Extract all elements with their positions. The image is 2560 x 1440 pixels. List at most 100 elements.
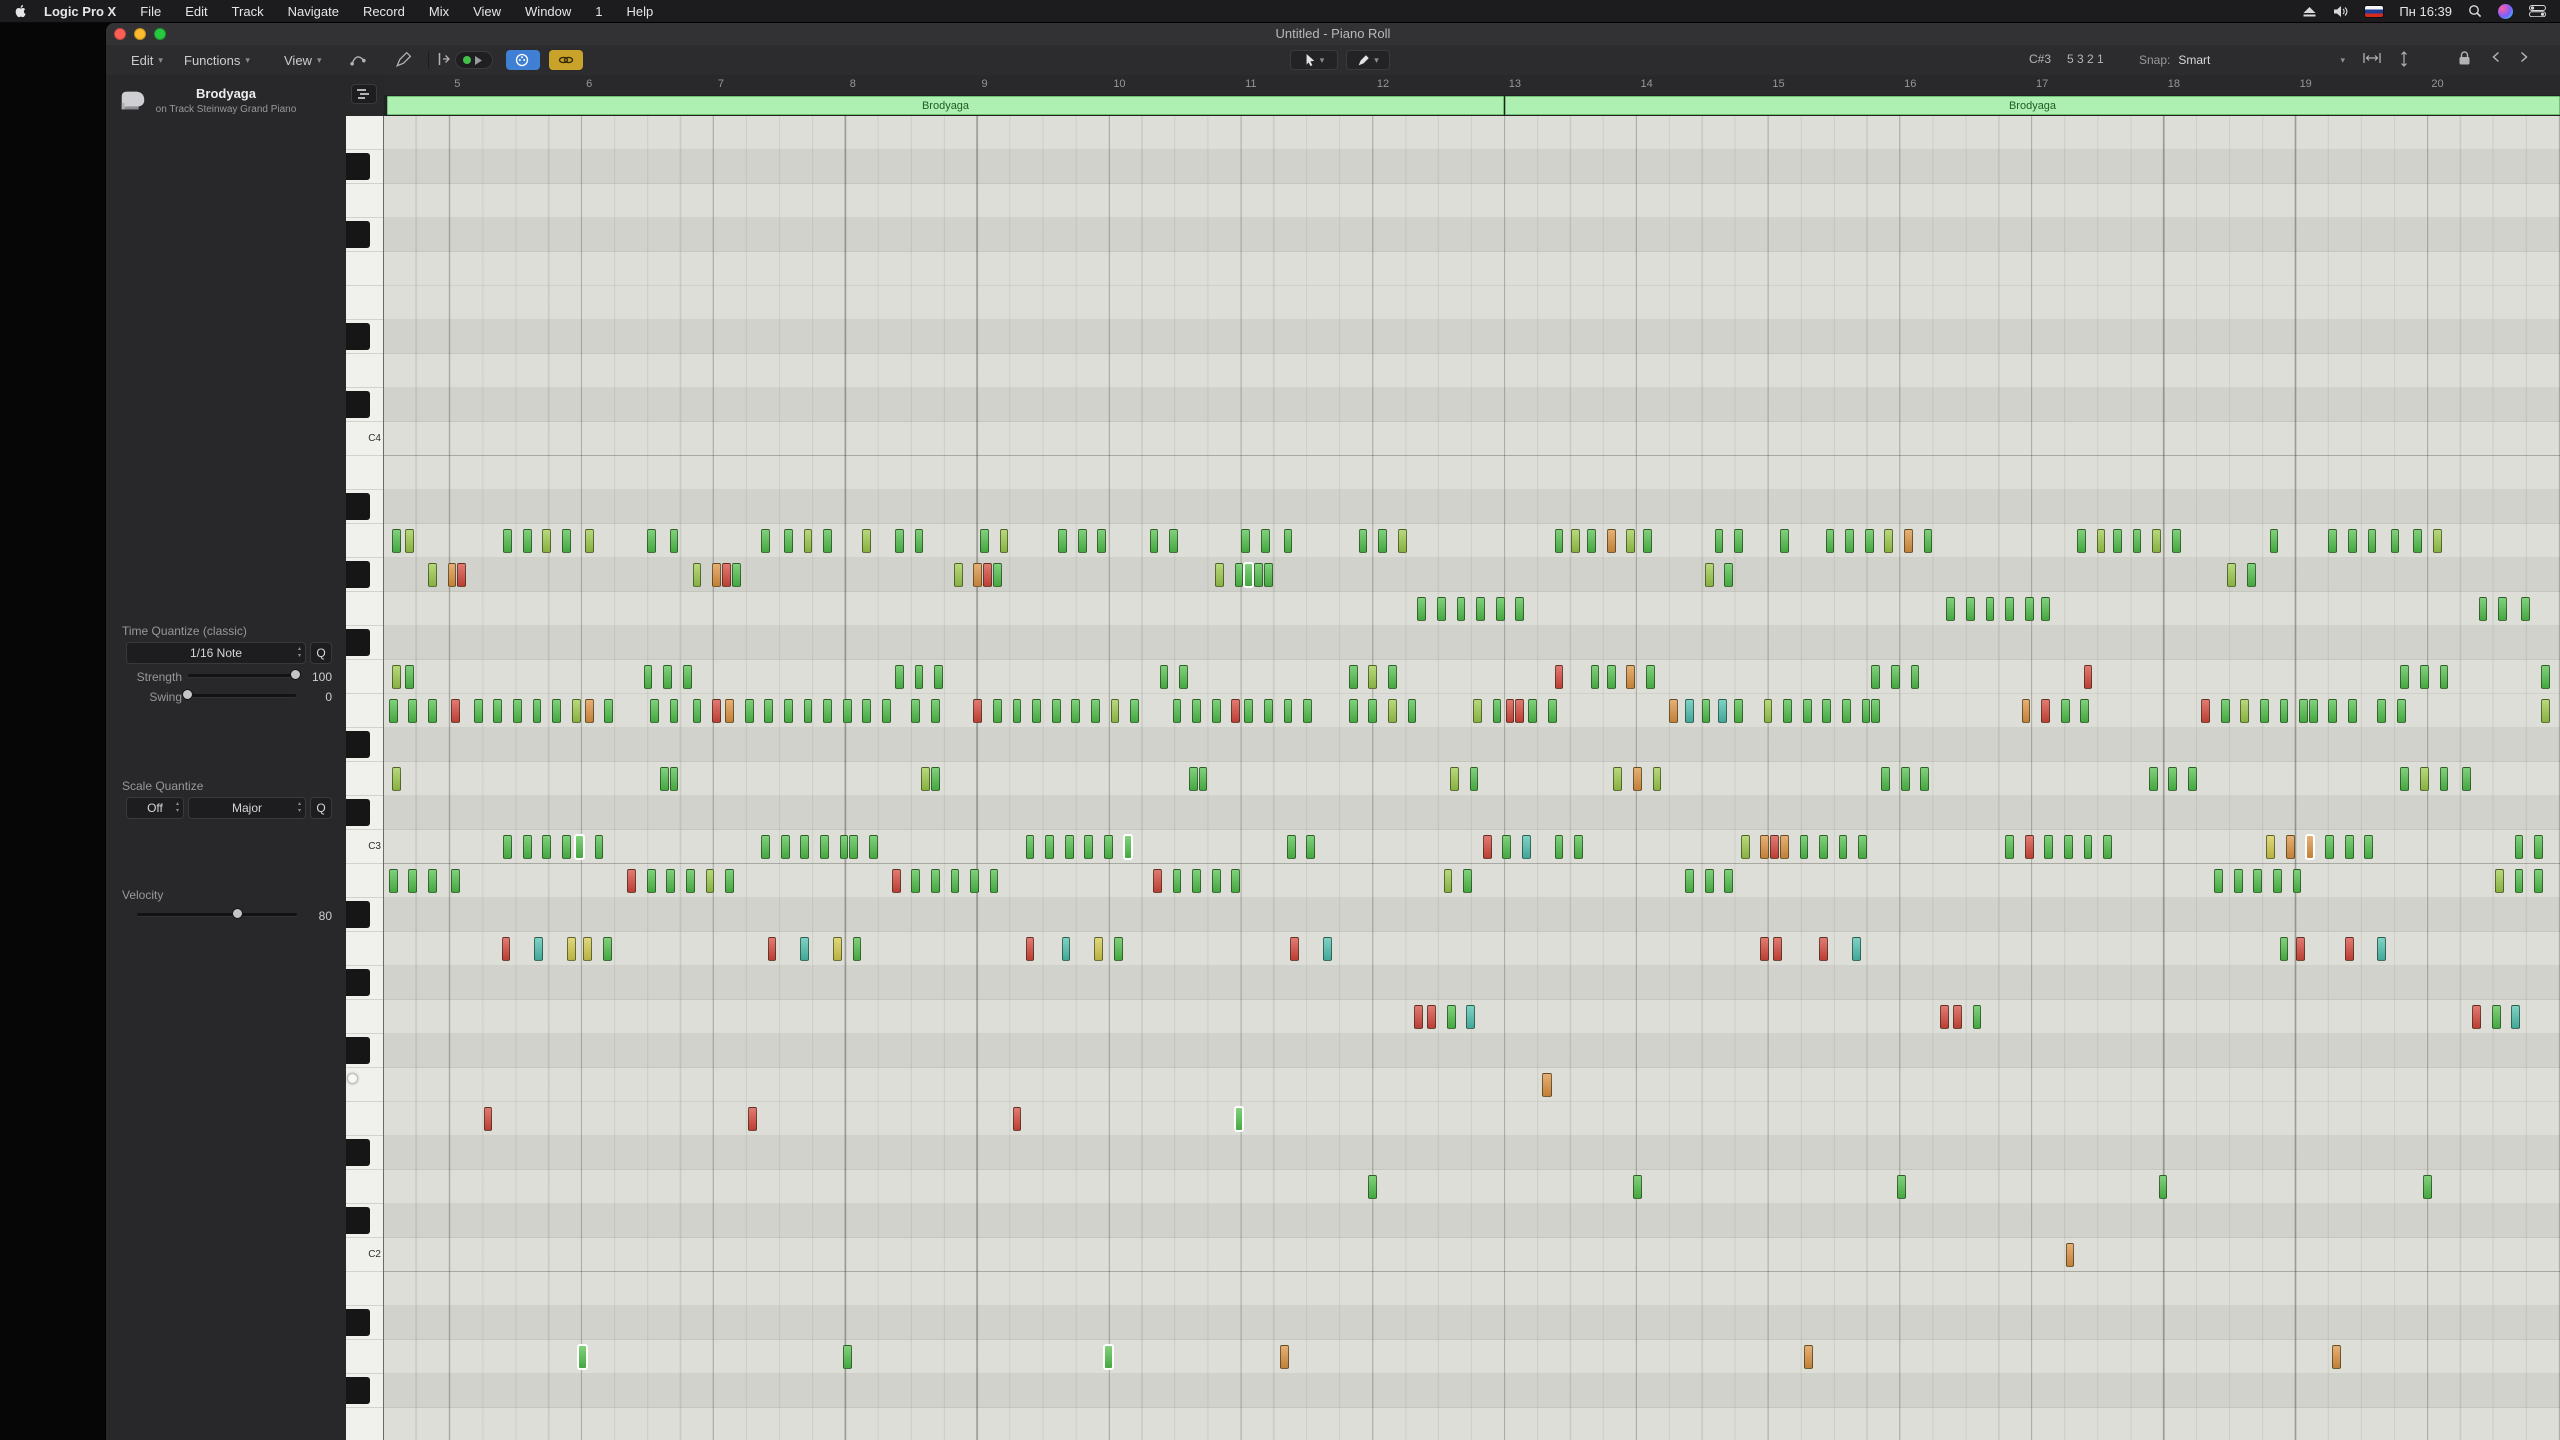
midi-note[interactable]	[1783, 699, 1792, 723]
midi-note[interactable]	[1541, 1073, 1552, 1097]
midi-note[interactable]	[832, 937, 842, 961]
midi-note[interactable]	[646, 529, 656, 553]
midi-note[interactable]	[1254, 563, 1263, 587]
midi-note[interactable]	[602, 937, 612, 961]
midi-note[interactable]	[2077, 529, 2086, 553]
midi-note[interactable]	[584, 529, 594, 553]
piano-key-a1[interactable]	[346, 1340, 383, 1374]
command-click-tool-menu[interactable]: ▾	[1346, 50, 1390, 70]
midi-note[interactable]	[1845, 529, 1854, 553]
midi-note[interactable]	[388, 699, 398, 723]
midi-note[interactable]	[1211, 869, 1221, 893]
midi-note[interactable]	[503, 835, 512, 859]
piano-key-as3[interactable]	[346, 490, 383, 524]
editor-view-button[interactable]	[351, 84, 377, 104]
midi-note[interactable]	[2021, 699, 2031, 723]
midi-note[interactable]	[2400, 767, 2410, 791]
midi-note[interactable]	[1521, 835, 1531, 859]
midi-note[interactable]	[2041, 597, 2050, 621]
midi-note[interactable]	[921, 767, 930, 791]
midi-note[interactable]	[2083, 835, 2093, 859]
midi-note[interactable]	[1045, 835, 1054, 859]
piano-key-as1[interactable]	[346, 1306, 383, 1340]
midi-note[interactable]	[1058, 529, 1068, 553]
midi-note[interactable]	[748, 1107, 757, 1131]
midi-note[interactable]	[1368, 1175, 1378, 1199]
midi-note[interactable]	[2024, 597, 2034, 621]
midi-note[interactable]	[2348, 529, 2357, 553]
midi-note[interactable]	[2041, 699, 2050, 723]
midi-note[interactable]	[1110, 699, 1120, 723]
midi-note[interactable]	[1130, 699, 1139, 723]
midi-note[interactable]	[1123, 835, 1133, 859]
midi-note[interactable]	[408, 869, 418, 893]
midi-note[interactable]	[1822, 699, 1832, 723]
midi-note[interactable]	[2292, 869, 2302, 893]
midi-note[interactable]	[1388, 699, 1397, 723]
midi-note[interactable]	[1570, 529, 1580, 553]
menu-item-1[interactable]: 1	[595, 4, 602, 19]
midi-note[interactable]	[1113, 937, 1123, 961]
midi-note[interactable]	[881, 699, 891, 723]
midi-note[interactable]	[1152, 869, 1162, 893]
functions-menu[interactable]: Functions ▾	[184, 50, 250, 70]
midi-note[interactable]	[1032, 699, 1041, 723]
title-bar[interactable]: Untitled - Piano Roll	[106, 23, 2560, 46]
midi-note[interactable]	[1077, 529, 1087, 553]
midi-note[interactable]	[823, 529, 832, 553]
midi-note[interactable]	[1952, 1005, 1962, 1029]
midi-note[interactable]	[2419, 767, 2429, 791]
midi-note[interactable]	[819, 835, 829, 859]
midi-note[interactable]	[643, 665, 653, 689]
midi-note[interactable]	[1051, 699, 1061, 723]
midi-note[interactable]	[800, 835, 810, 859]
midi-note[interactable]	[392, 665, 401, 689]
midi-note[interactable]	[1825, 529, 1835, 553]
midi-note[interactable]	[1012, 1107, 1022, 1131]
piano-key-d3[interactable]	[346, 762, 383, 796]
midi-note[interactable]	[1012, 699, 1022, 723]
midi-note[interactable]	[1104, 835, 1113, 859]
midi-note[interactable]	[1763, 699, 1773, 723]
midi-note[interactable]	[930, 869, 940, 893]
midi-note[interactable]	[1724, 869, 1734, 893]
midi-note[interactable]	[1264, 563, 1273, 587]
midi-note[interactable]	[503, 529, 512, 553]
midi-note[interactable]	[501, 937, 511, 961]
midi-note[interactable]	[1864, 529, 1874, 553]
midi-note[interactable]	[1427, 1005, 1437, 1029]
midi-note[interactable]	[1172, 869, 1182, 893]
midi-note[interactable]	[1897, 1175, 1907, 1199]
midi-note[interactable]	[1358, 529, 1368, 553]
midi-note[interactable]	[1701, 699, 1711, 723]
midi-note[interactable]	[1172, 699, 1182, 723]
midi-note[interactable]	[2299, 699, 2308, 723]
midi-note[interactable]	[803, 529, 813, 553]
midi-note[interactable]	[2272, 869, 2282, 893]
midi-note[interactable]	[1466, 1005, 1476, 1029]
piano-key-a2[interactable]	[346, 932, 383, 966]
menu-item-help[interactable]: Help	[627, 4, 654, 19]
app-menu[interactable]: Logic Pro X	[44, 4, 116, 19]
midi-note[interactable]	[979, 529, 989, 553]
midi-note[interactable]	[2080, 699, 2090, 723]
midi-note[interactable]	[2514, 869, 2524, 893]
midi-note[interactable]	[823, 699, 832, 723]
midi-note[interactable]	[2233, 869, 2243, 893]
midi-note[interactable]	[2286, 835, 2295, 859]
midi-note[interactable]	[989, 869, 999, 893]
midi-note[interactable]	[2397, 699, 2406, 723]
midi-note[interactable]	[1071, 699, 1081, 723]
midi-note[interactable]	[2534, 869, 2543, 893]
swing-slider[interactable]	[182, 687, 296, 703]
midi-note[interactable]	[1985, 597, 1995, 621]
midi-note[interactable]	[534, 937, 543, 961]
midi-note[interactable]	[1407, 699, 1417, 723]
piano-key-d2[interactable]	[346, 1170, 383, 1204]
piano-key-gs4[interactable]	[346, 150, 383, 184]
midi-note[interactable]	[2540, 699, 2550, 723]
midi-note[interactable]	[1881, 767, 1890, 791]
midi-note[interactable]	[2514, 835, 2524, 859]
midi-note[interactable]	[405, 665, 414, 689]
midi-note[interactable]	[1378, 529, 1388, 553]
